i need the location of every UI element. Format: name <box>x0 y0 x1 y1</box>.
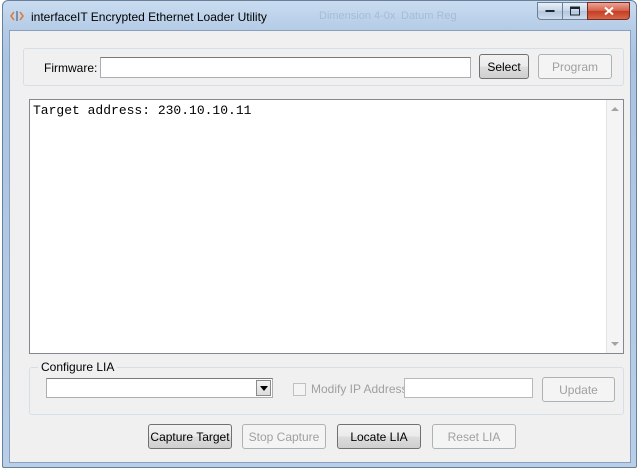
modify-ip-checkbox[interactable] <box>293 383 306 396</box>
close-button[interactable] <box>587 2 630 20</box>
background-ghost-text: Datum Reg <box>401 10 457 22</box>
app-logo-icon <box>10 11 24 21</box>
title-bar[interactable]: interfaceIT Encrypted Ethernet Loader Ut… <box>3 1 636 31</box>
firmware-path-input[interactable] <box>100 57 471 78</box>
log-text: Target address: 230.10.10.11 <box>33 103 252 118</box>
stop-capture-button[interactable]: Stop Capture <box>242 424 326 449</box>
modify-ip-label: Modify IP Address <box>311 382 408 396</box>
locate-lia-button[interactable]: Locate LIA <box>337 424 421 449</box>
ip-address-input[interactable] <box>404 378 533 398</box>
chevron-down-icon[interactable] <box>256 380 271 396</box>
program-button[interactable]: Program <box>538 54 612 79</box>
maximize-icon <box>570 6 580 16</box>
update-button[interactable]: Update <box>542 377 615 402</box>
minimize-icon <box>545 10 555 12</box>
configure-lia-legend: Configure LIA <box>38 360 118 374</box>
scroll-up-arrow-icon[interactable] <box>611 107 619 111</box>
maximize-button[interactable] <box>562 2 588 20</box>
window-title: interfaceIT Encrypted Ethernet Loader Ut… <box>31 10 267 24</box>
close-icon <box>603 6 614 16</box>
scroll-down-arrow-icon[interactable] <box>611 342 619 346</box>
minimize-button[interactable] <box>537 2 563 20</box>
select-button[interactable]: Select <box>479 54 529 79</box>
reset-lia-button[interactable]: Reset LIA <box>432 424 516 449</box>
log-output[interactable]: Target address: 230.10.10.11 <box>29 99 624 354</box>
firmware-label: Firmware: <box>44 61 98 75</box>
log-vertical-scrollbar[interactable] <box>606 100 623 353</box>
client-area: Firmware: Select Program Target address:… <box>9 30 631 463</box>
caption-buttons <box>537 2 630 21</box>
lia-dropdown[interactable] <box>46 378 273 398</box>
background-ghost-text: Dimension 4-0x <box>319 10 396 22</box>
app-window: interfaceIT Encrypted Ethernet Loader Ut… <box>2 0 637 468</box>
capture-target-button[interactable]: Capture Target <box>148 424 232 449</box>
